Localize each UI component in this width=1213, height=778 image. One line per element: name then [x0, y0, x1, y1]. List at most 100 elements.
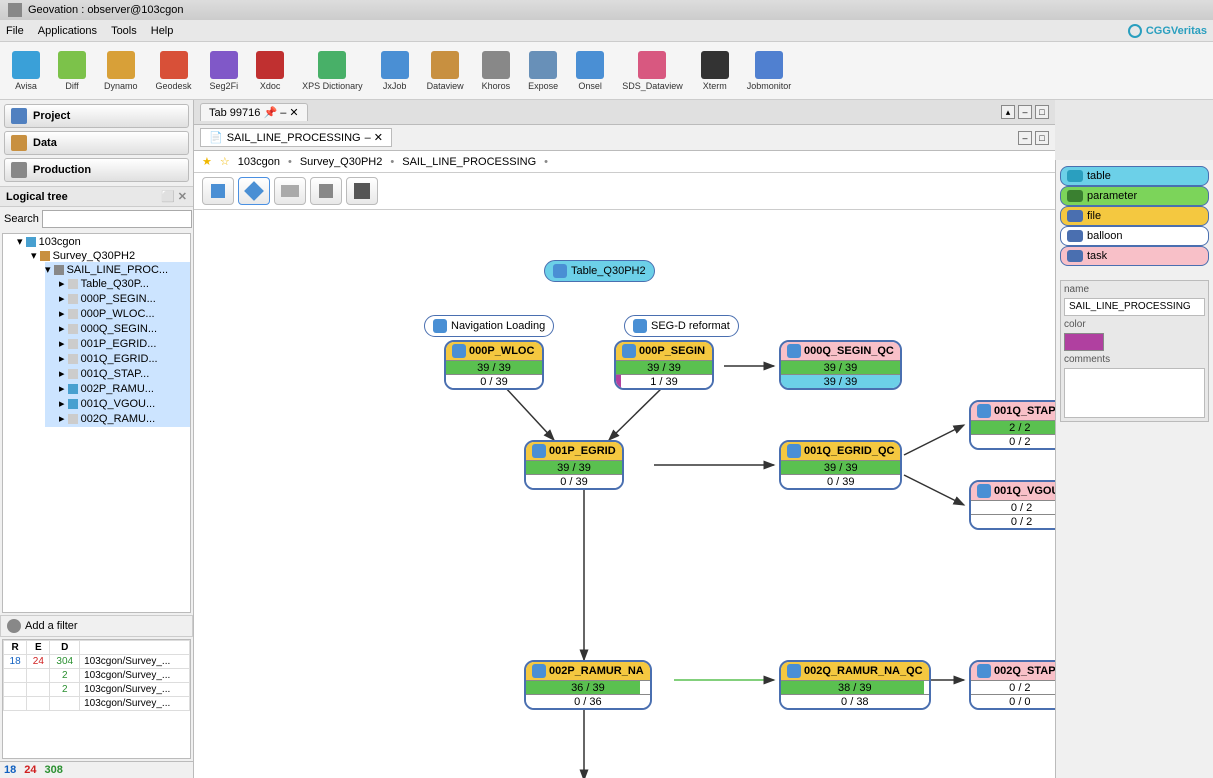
tool-jobmonitor[interactable]: Jobmonitor	[743, 49, 796, 93]
logical-tree[interactable]: ▾ 103cgon ▾ Survey_Q30PH2 ▾ SAIL_LINE_PR…	[2, 233, 191, 613]
window-min-icon[interactable]: –	[1018, 105, 1032, 119]
tool-onsel[interactable]: Onsel	[572, 49, 608, 93]
node-vgout[interactable]: 001Q_VGOUT 0 / 2 0 / 2	[969, 480, 1055, 530]
menu-tools[interactable]: Tools	[111, 25, 137, 37]
tab-pin-icon[interactable]: 📌	[263, 107, 277, 119]
tool-icon	[210, 51, 238, 79]
legend-badge	[1067, 250, 1083, 262]
star-outline-icon[interactable]: ☆	[220, 155, 230, 168]
tool-seg2fi[interactable]: Seg2Fi	[206, 49, 243, 93]
outer-tab[interactable]: Tab 99716 📌 – ✕	[200, 103, 308, 121]
tool-expose[interactable]: Expose	[524, 49, 562, 93]
node-egrid[interactable]: 001P_EGRID 39 / 39 0 / 39	[524, 440, 624, 490]
app-icon	[8, 3, 22, 17]
tool-xpsdictionary[interactable]: XPS Dictionary	[298, 49, 367, 93]
tool-geodesk[interactable]: Geodesk	[152, 49, 196, 93]
nav-project[interactable]: Project	[4, 104, 189, 128]
legend-parameter[interactable]: parameter	[1060, 186, 1209, 206]
tool-khoros[interactable]: Khoros	[478, 49, 515, 93]
prop-color-swatch[interactable]	[1064, 333, 1104, 351]
legend-table[interactable]: table	[1060, 166, 1209, 186]
legend-file[interactable]: file	[1060, 206, 1209, 226]
tree-item[interactable]: ▸ Table_Q30P...	[59, 276, 190, 291]
nav-production[interactable]: Production	[4, 158, 189, 182]
table-row[interactable]: 2103cgon/Survey_...	[4, 683, 190, 697]
filter-table[interactable]: RED 1824304103cgon/Survey_...2103cgon/Su…	[2, 639, 191, 759]
node-segin[interactable]: 000P_SEGIN 39 / 39 1 / 39	[614, 340, 714, 390]
flow-tool-2[interactable]	[238, 177, 270, 205]
node-ramur-qc[interactable]: 002Q_RAMUR_NA_QC 38 / 39 0 / 38	[779, 660, 931, 710]
breadcrumb-item[interactable]: Survey_Q30PH2	[300, 156, 383, 168]
filter-header[interactable]: Add a filter	[0, 615, 193, 637]
table-row[interactable]: 2103cgon/Survey_...	[4, 669, 190, 683]
node-segd-reformat[interactable]: SEG-D reformat	[624, 315, 739, 337]
inner-tab-bar: 📄SAIL_LINE_PROCESSING – ✕ –□	[194, 125, 1055, 151]
gear-icon	[1128, 24, 1142, 38]
prop-comments-box[interactable]	[1064, 368, 1205, 418]
legend-badge	[1067, 210, 1083, 222]
tool-diff[interactable]: Diff	[54, 49, 90, 93]
nav-data[interactable]: Data	[4, 131, 189, 155]
tree-item[interactable]: ▸ 002P_RAMU...	[59, 381, 190, 396]
panel-close-icon[interactable]: ✕	[178, 190, 187, 203]
search-input[interactable]	[42, 210, 192, 228]
tool-sdsdataview[interactable]: SDS_Dataview	[618, 49, 687, 93]
panel-detach-icon[interactable]: ⬜	[161, 190, 175, 203]
tree-item[interactable]: ▸ 000Q_SEGIN...	[59, 321, 190, 336]
node-segin-qc[interactable]: 000Q_SEGIN_QC 39 / 39 39 / 39	[779, 340, 902, 390]
flow-tool-5[interactable]	[346, 177, 378, 205]
window-max-icon[interactable]: □	[1035, 105, 1049, 119]
breadcrumb-item[interactable]: 103cgon	[238, 156, 280, 168]
node-stapa2[interactable]: 002Q_STAPA 0 / 2 0 / 0	[969, 660, 1055, 710]
tree-item[interactable]: ▸ 000P_WLOC...	[59, 306, 190, 321]
tool-icon	[12, 51, 40, 79]
table-row[interactable]: 103cgon/Survey_...	[4, 697, 190, 711]
legend-task[interactable]: task	[1060, 246, 1209, 266]
document-tab[interactable]: 📄SAIL_LINE_PROCESSING – ✕	[200, 128, 392, 147]
flow-tool-4[interactable]	[310, 177, 342, 205]
tool-icon	[638, 51, 666, 79]
tool-xdoc[interactable]: Xdoc	[252, 49, 288, 93]
flow-tool-1[interactable]	[202, 177, 234, 205]
prop-name-value[interactable]: SAIL_LINE_PROCESSING	[1064, 298, 1205, 316]
logical-tree-header: Logical tree ⬜✕	[0, 186, 193, 207]
node-stapa1[interactable]: 001Q_STAPA 2 / 2 0 / 2	[969, 400, 1055, 450]
legend-balloon[interactable]: balloon	[1060, 226, 1209, 246]
doc-min-icon[interactable]: –	[1018, 131, 1032, 145]
tree-item[interactable]: ▸ 001P_EGRID...	[59, 336, 190, 351]
tree-item[interactable]: ▸ 000P_SEGIN...	[59, 291, 190, 306]
doc-max-icon[interactable]: □	[1035, 131, 1049, 145]
flow-canvas[interactable]: Table_Q30PH2 Navigation Loading SEG-D re…	[194, 210, 1055, 778]
flow-toolbar	[194, 173, 1055, 210]
breadcrumb-item[interactable]: SAIL_LINE_PROCESSING	[402, 156, 536, 168]
document-icon: 📄	[209, 131, 223, 144]
flow-tool-3[interactable]	[274, 177, 306, 205]
node-ramur[interactable]: 002P_RAMUR_NA 36 / 39 0 / 36	[524, 660, 652, 710]
tool-icon	[755, 51, 783, 79]
legend-badge	[1067, 190, 1083, 202]
search-label: Search	[4, 213, 39, 225]
tree-item[interactable]: ▸ 001Q_STAP...	[59, 366, 190, 381]
star-icon[interactable]: ★	[202, 155, 212, 168]
breadcrumb: ★ ☆ 103cgon• Survey_Q30PH2• SAIL_LINE_PR…	[194, 151, 1055, 173]
node-egrid-qc[interactable]: 001Q_EGRID_QC 39 / 39 0 / 39	[779, 440, 902, 490]
tool-xterm[interactable]: Xterm	[697, 49, 733, 93]
tool-dynamo[interactable]: Dynamo	[100, 49, 142, 93]
tool-icon	[107, 51, 135, 79]
tool-icon	[576, 51, 604, 79]
tool-jxjob[interactable]: JxJob	[377, 49, 413, 93]
menu-file[interactable]: File	[6, 25, 24, 37]
table-row[interactable]: 1824304103cgon/Survey_...	[4, 655, 190, 669]
tool-icon	[381, 51, 409, 79]
tree-item[interactable]: ▸ 001Q_EGRID...	[59, 351, 190, 366]
tree-item[interactable]: ▸ 001Q_VGOU...	[59, 396, 190, 411]
tool-dataview[interactable]: Dataview	[423, 49, 468, 93]
tree-item[interactable]: ▸ 002Q_RAMU...	[59, 411, 190, 426]
node-table[interactable]: Table_Q30PH2	[544, 260, 655, 282]
menu-help[interactable]: Help	[151, 25, 174, 37]
node-navigation-loading[interactable]: Navigation Loading	[424, 315, 554, 337]
window-up-icon[interactable]: ▴	[1001, 105, 1015, 119]
node-wloc[interactable]: 000P_WLOC 39 / 39 0 / 39	[444, 340, 544, 390]
menu-applications[interactable]: Applications	[38, 25, 97, 37]
tool-avisa[interactable]: Avisa	[8, 49, 44, 93]
